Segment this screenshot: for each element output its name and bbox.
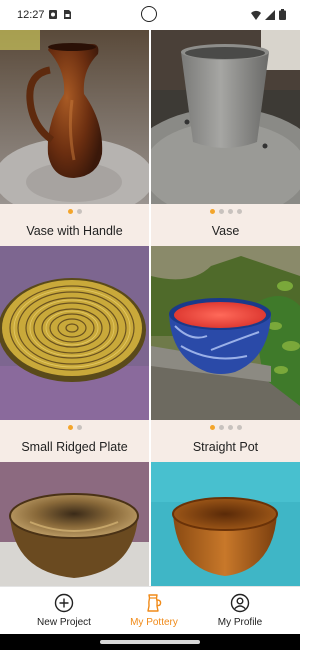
nav-label: My Pottery <box>130 617 178 628</box>
pottery-photo <box>0 30 149 204</box>
sim-icon <box>64 10 71 19</box>
card-meta: Small Ridged Plate <box>0 420 149 462</box>
card-meta: Vase with Handle <box>0 204 149 246</box>
pottery-card[interactable] <box>151 462 300 586</box>
pottery-card[interactable]: Vase <box>151 30 300 246</box>
pager-dot[interactable] <box>209 425 215 430</box>
system-navigation-bar <box>0 634 300 650</box>
nav-label: New Project <box>37 617 91 628</box>
pager-dot[interactable] <box>218 209 224 214</box>
pager-dot[interactable] <box>76 425 82 430</box>
pottery-card[interactable] <box>0 462 149 586</box>
status-time: 12:27 <box>17 9 45 21</box>
pottery-grid: Vase with Handle Vase Small Ridged Plate… <box>0 30 300 586</box>
pottery-photo <box>0 246 149 420</box>
nav-label: My Profile <box>217 617 263 628</box>
notification-icon <box>49 10 57 19</box>
image-pager[interactable] <box>151 209 300 214</box>
pager-dot[interactable] <box>227 209 233 214</box>
pottery-card[interactable]: Small Ridged Plate <box>0 246 149 462</box>
pager-dot[interactable] <box>76 209 82 214</box>
signal-icon <box>265 9 275 20</box>
pager-dot[interactable] <box>236 209 242 214</box>
card-meta: Vase <box>151 204 300 246</box>
image-pager[interactable] <box>0 209 149 214</box>
pottery-card[interactable]: Vase with Handle <box>0 30 149 246</box>
card-meta: Straight Pot <box>151 420 300 462</box>
nav-my-pottery[interactable]: My Pottery <box>104 587 204 635</box>
pottery-photo <box>151 462 300 586</box>
pottery-title: Vase <box>211 224 240 238</box>
pager-dot[interactable] <box>218 425 224 430</box>
nav-my-profile[interactable]: My Profile <box>190 587 290 635</box>
profile-icon <box>230 593 250 613</box>
pager-dot[interactable] <box>236 425 242 430</box>
pottery-title: Straight Pot <box>192 440 259 454</box>
wifi-icon <box>251 10 261 20</box>
status-bar: 12:27 <box>0 0 300 30</box>
pottery-photo <box>0 462 149 586</box>
image-pager[interactable] <box>0 425 149 430</box>
home-gesture-handle[interactable] <box>100 640 200 644</box>
camera-cutout <box>141 6 157 22</box>
pottery-title: Small Ridged Plate <box>21 440 128 454</box>
plus-circle-icon <box>54 593 74 613</box>
pottery-photo <box>151 246 300 420</box>
pager-dot[interactable] <box>227 425 233 430</box>
pager-dot[interactable] <box>67 209 73 214</box>
mug-icon <box>147 594 162 612</box>
pottery-title: Vase with Handle <box>26 224 123 238</box>
pottery-card[interactable]: Straight Pot <box>151 246 300 462</box>
pager-dot[interactable] <box>209 209 215 214</box>
pager-dot[interactable] <box>67 425 73 430</box>
nav-new-project[interactable]: New Project <box>14 587 114 635</box>
bottom-navigation: New Project My Pottery My Profile <box>0 586 300 635</box>
battery-icon <box>279 9 286 20</box>
pottery-photo <box>151 30 300 204</box>
image-pager[interactable] <box>151 425 300 430</box>
